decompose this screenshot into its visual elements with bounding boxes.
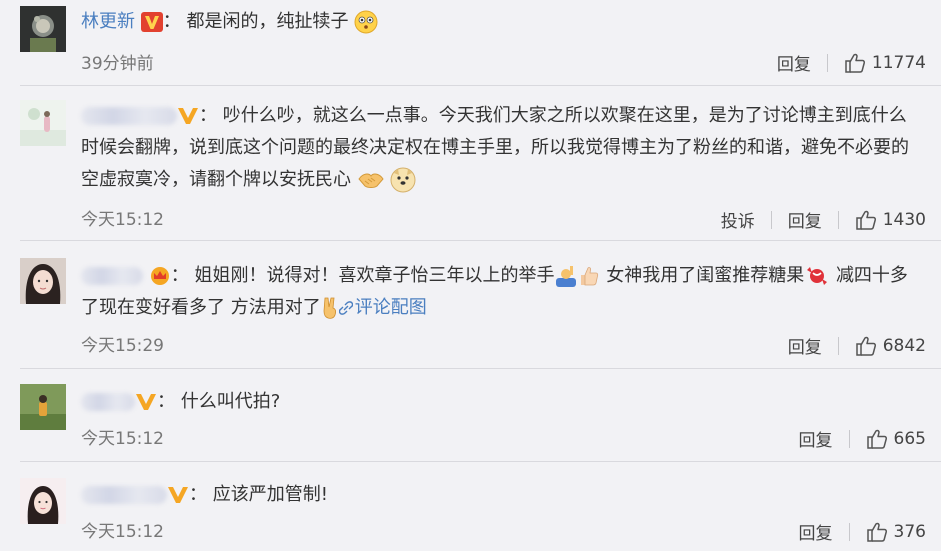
divider [848,429,850,448]
like-button[interactable]: 376 [866,521,926,543]
timestamp: 今天15:12 [81,210,164,230]
report-button[interactable]: 投诉 [721,207,755,232]
thumbs-up-icon [855,209,877,231]
flushed-face-emoji [354,10,378,34]
comment-item: ： 姐姐刚！说得对！喜欢章子怡三年以上的举手 女神我用了闺蜜推荐糖果 减四十多了… [0,240,941,369]
timestamp: 39分钟前 [81,54,154,74]
divider [770,210,772,229]
comment-text: 姐姐刚！说得对！喜欢章子怡三年以上的举手 [194,265,555,286]
like-button[interactable]: 665 [866,428,926,450]
comment-item: 林更新 ： 都是闲的，纯扯犊子 39分钟前 回复 11774 [0,0,941,86]
comment-text: 应该严加管制! [212,484,328,505]
verified-v-icon [177,106,199,126]
like-button[interactable]: 6842 [855,335,926,357]
username-blurred[interactable] [81,486,167,504]
avatar[interactable] [20,258,66,304]
thumbs-up-icon [855,335,877,357]
comment-text: 都是闲的，纯扯犊子 [186,11,349,32]
thumbs-up-icon [866,428,888,450]
reply-button[interactable]: 回复 [777,50,811,75]
thumbs-up-emoji [581,267,599,286]
username-blurred[interactable] [81,107,177,125]
username-blurred[interactable] [81,393,135,411]
divider [837,336,839,355]
username[interactable]: 林更新 [81,11,135,32]
reply-button[interactable]: 回复 [788,333,822,358]
avatar[interactable] [20,100,66,146]
comment-item: ： 应该严加管制! 今天15:12 回复 376 [0,462,941,551]
comment-image-link[interactable]: 评论配图 [338,297,427,318]
doge-emoji [390,167,416,193]
verified-v-icon [167,485,189,505]
reply-button[interactable]: 回复 [799,519,833,544]
image-link-icon [338,301,353,315]
thumbs-up-icon [866,521,888,543]
verified-v-icon [140,12,163,32]
username-blurred[interactable] [81,267,143,285]
comment-item: ： 吵什么吵，就这么一点事。今天我们大家之所以欢聚在这里，是为了讨论博主到底什么… [0,86,941,241]
divider [848,522,850,541]
like-button[interactable]: 11774 [844,52,926,74]
timestamp: 今天15:12 [81,522,164,542]
thumbs-up-icon [844,52,866,74]
victory-hand-emoji [323,297,336,319]
candy-emoji [807,267,828,285]
like-count: 665 [893,428,926,449]
like-count: 6842 [882,335,926,356]
raising-hand-emoji [556,266,577,287]
avatar[interactable] [20,478,66,524]
like-count: 11774 [871,52,926,73]
timestamp: 今天15:29 [81,336,164,356]
verified-v-icon [135,392,157,412]
comment-text: 什么叫代拍? [180,391,281,412]
handshake-emoji [358,173,384,188]
divider [826,53,828,72]
timestamp: 今天15:12 [81,429,164,449]
like-button[interactable]: 1430 [855,209,926,231]
avatar[interactable] [20,384,66,430]
reply-button[interactable]: 回复 [799,426,833,451]
like-count: 376 [893,521,926,542]
divider [837,210,839,229]
reply-button[interactable]: 回复 [788,207,822,232]
comment-text: 女神我用了闺蜜推荐糖果 [606,265,805,286]
crown-icon [150,267,169,285]
comment-item: ： 什么叫代拍? 今天15:12 回复 665 [0,368,941,462]
like-count: 1430 [882,209,926,230]
avatar[interactable] [20,6,66,52]
